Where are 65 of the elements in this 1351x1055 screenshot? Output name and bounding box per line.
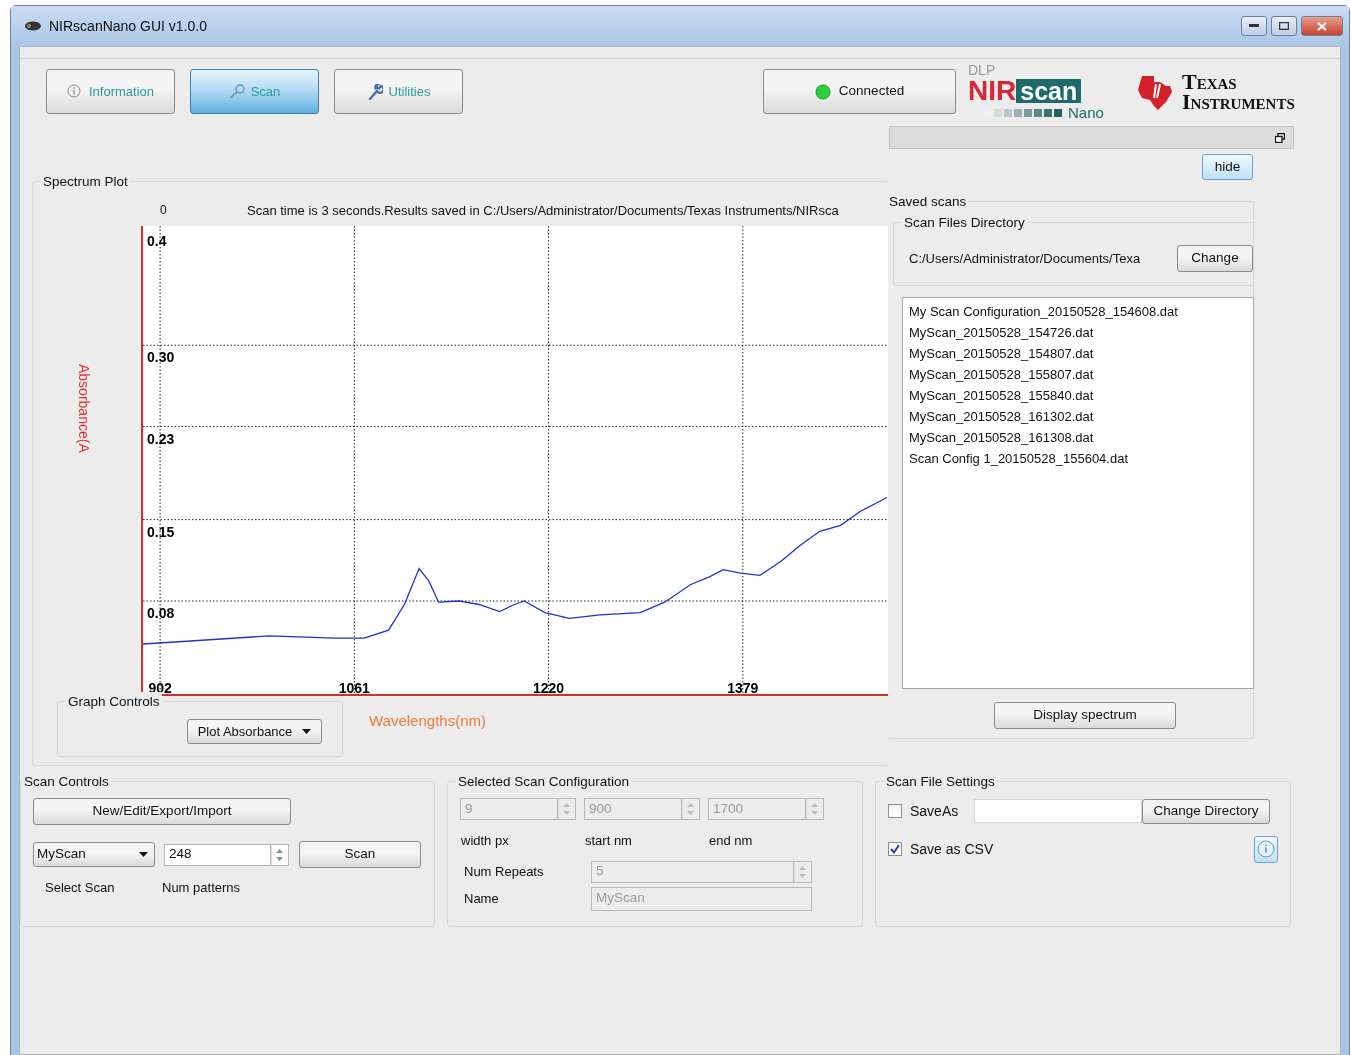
- minimize-icon: [1249, 24, 1259, 28]
- logo-text: scan: [1016, 79, 1082, 103]
- plot-mode-dropdown[interactable]: Plot Absorbance: [187, 719, 322, 744]
- change-directory-button[interactable]: Change Directory: [1142, 798, 1270, 824]
- file-list-item[interactable]: MyScan_20150528_154807.dat: [903, 343, 1253, 364]
- maximize-button[interactable]: [1271, 16, 1297, 36]
- change-button[interactable]: Change: [1177, 245, 1253, 272]
- scan-dropdown[interactable]: MyScan: [33, 842, 155, 867]
- maximize-icon: [1279, 22, 1289, 30]
- checkbox-label: Save as CSV: [910, 839, 994, 859]
- file-list-item[interactable]: MyScan_20150528_161302.dat: [903, 406, 1253, 427]
- config-button[interactable]: New/Edit/Export/Import: [33, 798, 291, 825]
- window-title: NIRscanNano GUI v1.0.0: [49, 16, 208, 36]
- axis-title: Absorbance(A: [75, 364, 93, 453]
- field-label: Num patterns: [162, 879, 242, 897]
- logo-text: Nano: [1068, 105, 1104, 120]
- field-label: Name: [464, 889, 500, 908]
- field-label: width px: [461, 832, 510, 850]
- checkmark-icon: [890, 844, 900, 854]
- field-label: start nm: [585, 832, 633, 850]
- hide-button[interactable]: hide: [1202, 154, 1253, 180]
- field-label: Select Scan: [45, 879, 116, 897]
- minimize-button[interactable]: [1241, 16, 1267, 36]
- file-list-item[interactable]: My Scan Configuration_20150528_154608.dat: [903, 301, 1253, 322]
- y-tick-label: 0.15: [147, 523, 175, 540]
- info-icon: [1257, 840, 1275, 858]
- status-message: Scan time is 3 seconds.Results saved in C:/Users/Administrator/Documents/Texas Instruments/NIRsca: [247, 202, 839, 219]
- info-button[interactable]: [1254, 835, 1278, 863]
- close-button[interactable]: [1301, 16, 1343, 36]
- logo-text: DLP: [968, 63, 997, 77]
- x-tick-label: 1379: [727, 680, 759, 696]
- checkbox[interactable]: [888, 804, 902, 818]
- logo-text: NIR: [968, 77, 1017, 105]
- info-icon: [66, 83, 83, 100]
- x-tick-label: 1061: [338, 680, 370, 696]
- display-spectrum-button[interactable]: Display spectrum: [994, 702, 1176, 729]
- caret-icon: [302, 729, 312, 734]
- y-tick-label: 0.4: [147, 233, 167, 249]
- app-icon: [25, 21, 41, 31]
- connection-button[interactable]: Connected: [763, 69, 956, 114]
- spin-field[interactable]: 248: [164, 843, 271, 866]
- checkbox-label: SaveAs: [910, 801, 960, 821]
- caret-icon: [139, 852, 148, 857]
- field-label: Num Repeats: [464, 862, 545, 881]
- axis-title: Wavelengths(nm): [369, 711, 486, 730]
- file-list-item[interactable]: Scan Config 1_20150528_155604.dat: [903, 448, 1253, 469]
- wrench-icon: [366, 83, 383, 100]
- file-list-item[interactable]: MyScan_20150528_154726.dat: [903, 322, 1253, 343]
- filename-field[interactable]: [974, 799, 1142, 823]
- directory-path: C:/Users/Administrator/Documents/Texa: [909, 249, 1142, 268]
- file-list-item[interactable]: MyScan_20150528_155840.dat: [903, 385, 1253, 406]
- y-tick-label: 0.23: [147, 430, 175, 447]
- x-tick-label: 1220: [533, 680, 565, 696]
- file-list-item[interactable]: MyScan_20150528_155807.dat: [903, 364, 1253, 385]
- scan-button[interactable]: Scan: [299, 841, 421, 868]
- restore-icon: [1275, 132, 1285, 143]
- y-tick-label: 0.30: [147, 349, 175, 366]
- y-tick-label: 0.08: [147, 605, 175, 621]
- search-icon: [228, 83, 245, 100]
- field-label: end nm: [709, 832, 754, 850]
- cursor-readout: 0: [160, 202, 168, 219]
- close-icon: [1317, 21, 1327, 31]
- file-list-item[interactable]: MyScan_20150528_161308.dat: [903, 427, 1253, 448]
- checkbox[interactable]: [888, 842, 902, 856]
- logo-text: Texas Instruments: [1182, 71, 1296, 112]
